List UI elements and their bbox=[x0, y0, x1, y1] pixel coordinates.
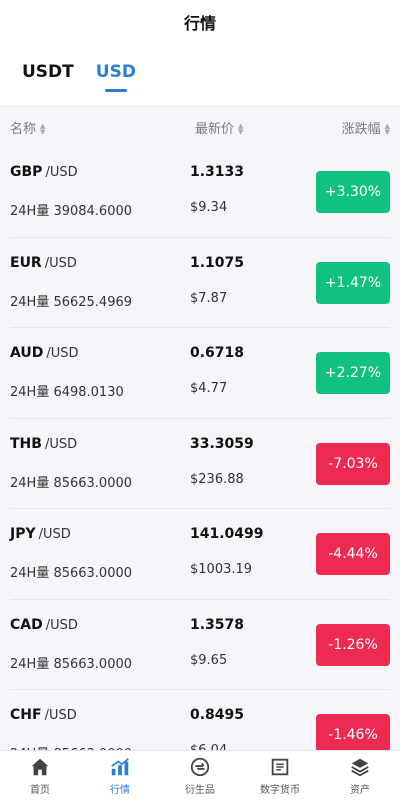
fiat-price: $1003.19 bbox=[190, 562, 253, 577]
tabbar-label: 资产 bbox=[350, 784, 370, 796]
market-list[interactable]: 名称 ▲ ▼ 最新价 ▲ ▼ 涨跌幅 ▲ ▼ GBP/USD 24H量 39084.6000 1… bbox=[0, 106, 400, 750]
column-header: 名称 ▲ ▼ 最新价 ▲ ▼ 涨跌幅 ▲ ▼ bbox=[0, 107, 400, 147]
tabbar-item-assets[interactable]: 资产 bbox=[320, 751, 400, 800]
change-badge[interactable]: +2.27% bbox=[316, 352, 390, 394]
market-row[interactable]: EUR/USD 24H量 56625.4969 1.1075 $7.87 +1.47% bbox=[10, 238, 390, 328]
quote-symbol: /USD bbox=[44, 255, 77, 271]
fiat-price: $236.88 bbox=[190, 471, 244, 487]
market-row[interactable]: CHF/USD 24H量 85663.0000 0.8495 $6.04 -1.46% bbox=[10, 690, 390, 750]
fiat-price: $6.04 bbox=[190, 743, 227, 750]
base-symbol: JPY bbox=[10, 526, 36, 542]
base-symbol: CAD bbox=[10, 616, 43, 633]
quote-symbol: /USD bbox=[45, 617, 78, 633]
base-symbol: CHF bbox=[10, 707, 42, 723]
market-row[interactable]: THB/USD 24H量 85663.0000 33.3059 $236.88 -7.0… bbox=[10, 419, 390, 509]
top-header: 行情 bbox=[0, 0, 400, 44]
last-price: 141.0499 bbox=[190, 526, 264, 542]
pair-name: AUD/USD bbox=[10, 345, 79, 361]
base-symbol: THB bbox=[10, 435, 42, 452]
assets-icon bbox=[351, 758, 369, 776]
last-price: 1.3578 bbox=[190, 616, 245, 633]
tabbar-label: 首页 bbox=[30, 784, 50, 796]
change-badge[interactable]: -1.26% bbox=[316, 623, 390, 666]
last-price: 1.3133 bbox=[190, 164, 245, 180]
volume-24h: 24H量 6498.0130 bbox=[10, 385, 124, 400]
volume-24h: 24H量 85663.0000 bbox=[10, 475, 133, 491]
market-row[interactable]: GBP/USD 24H量 39084.6000 1.3133 $9.34 +3.30% bbox=[10, 147, 390, 238]
volume-24h: 24H量 85663.0000 bbox=[10, 566, 133, 581]
pair-name: EUR/USD bbox=[10, 255, 77, 271]
currency-tabs: USDT USD bbox=[0, 44, 400, 106]
sort-icon: ▲ ▼ bbox=[40, 122, 46, 136]
bottom-tabbar: 首页 行情 衍生品 数字货币 资产 bbox=[0, 750, 400, 800]
last-price: 33.3059 bbox=[190, 435, 254, 452]
column-change-label: 涨跌幅 bbox=[341, 121, 381, 137]
quote-symbol: /USD bbox=[45, 165, 78, 180]
base-symbol: GBP bbox=[10, 164, 43, 180]
sort-price[interactable]: 最新价 ▲ ▼ bbox=[195, 118, 320, 137]
market-rows: GBP/USD 24H量 39084.6000 1.3133 $9.34 +3.30% E… bbox=[0, 147, 400, 750]
quote-symbol: /USD bbox=[46, 346, 79, 361]
pair-name: JPY/USD bbox=[10, 526, 71, 542]
change-badge[interactable]: -1.46% bbox=[316, 714, 390, 750]
market-row[interactable]: JPY/USD 24H量 85663.0000 141.0499 $1003.19 -4… bbox=[10, 509, 390, 600]
change-badge[interactable]: +1.47% bbox=[316, 261, 390, 304]
tabbar-item-home[interactable]: 首页 bbox=[0, 751, 80, 800]
home-icon bbox=[31, 758, 49, 775]
quote-symbol: /USD bbox=[44, 708, 77, 723]
pair-name: THB/USD bbox=[10, 436, 77, 452]
tabbar-label: 数字货币 bbox=[260, 784, 300, 796]
tab-usd[interactable]: USD bbox=[96, 62, 136, 82]
tabbar-label: 衍生品 bbox=[185, 784, 215, 796]
sort-change[interactable]: 涨跌幅 ▲ ▼ bbox=[320, 118, 390, 137]
page-title: 行情 bbox=[183, 14, 216, 33]
change-badge[interactable]: +3.30% bbox=[316, 171, 390, 213]
tabbar-item-digital-currency[interactable]: 数字货币 bbox=[240, 751, 320, 800]
sort-icon: ▲ ▼ bbox=[384, 122, 390, 136]
base-symbol: EUR bbox=[10, 254, 42, 271]
quote-symbol: /USD bbox=[38, 527, 71, 542]
base-symbol: AUD bbox=[10, 345, 44, 361]
tabbar-item-derivatives[interactable]: 衍生品 bbox=[160, 751, 240, 800]
fiat-price: $7.87 bbox=[190, 290, 228, 306]
volume-24h: 24H量 56625.4969 bbox=[10, 294, 133, 310]
pair-name: CHF/USD bbox=[10, 707, 77, 723]
market-row[interactable]: AUD/USD 24H量 6498.0130 0.6718 $4.77 +2.27% bbox=[10, 328, 390, 419]
quote-symbol: /USD bbox=[44, 436, 78, 452]
fiat-price: $9.65 bbox=[190, 652, 228, 668]
column-name-label: 名称 bbox=[10, 121, 37, 137]
change-badge[interactable]: -4.44% bbox=[316, 533, 390, 575]
tabbar-item-market[interactable]: 行情 bbox=[80, 751, 160, 800]
fiat-price: $9.34 bbox=[190, 200, 228, 215]
pair-name: GBP/USD bbox=[10, 164, 78, 180]
tab-usdt[interactable]: USDT bbox=[22, 62, 74, 82]
pair-name: CAD/USD bbox=[10, 617, 78, 633]
digital-currency-icon bbox=[271, 758, 289, 775]
volume-24h: 24H量 39084.6000 bbox=[10, 204, 133, 219]
sort-name[interactable]: 名称 ▲ ▼ bbox=[10, 118, 195, 137]
market-row[interactable]: CAD/USD 24H量 85663.0000 1.3578 $9.65 -1.26% bbox=[10, 600, 390, 690]
sort-icon: ▲ ▼ bbox=[238, 122, 244, 136]
chart-icon bbox=[111, 757, 129, 775]
volume-24h: 24H量 85663.0000 bbox=[10, 743, 132, 750]
change-badge[interactable]: -7.03% bbox=[316, 442, 390, 485]
column-price-label: 最新价 bbox=[195, 121, 235, 137]
derivatives-icon bbox=[190, 757, 210, 776]
last-price: 0.6718 bbox=[190, 345, 245, 361]
last-price: 1.1075 bbox=[190, 254, 245, 271]
fiat-price: $4.77 bbox=[190, 381, 228, 396]
tabbar-label: 行情 bbox=[110, 784, 130, 796]
last-price: 0.8495 bbox=[190, 707, 245, 723]
volume-24h: 24H量 85663.0000 bbox=[10, 656, 133, 672]
